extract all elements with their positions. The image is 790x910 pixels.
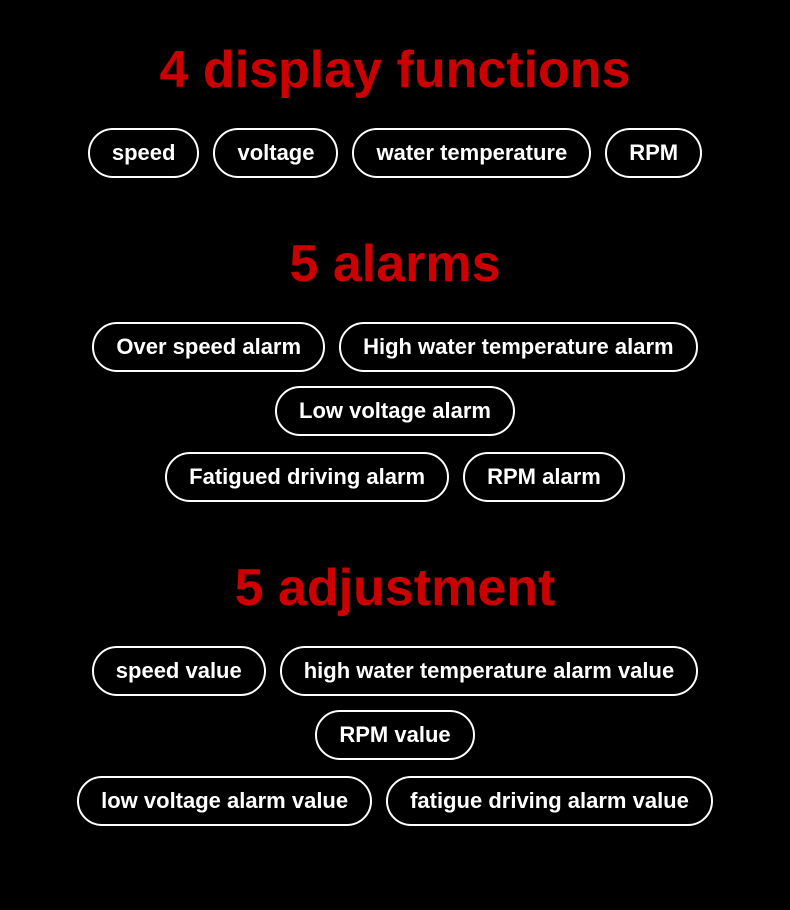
alarms-title: 5 alarms [289,234,500,294]
tag-over-speed-alarm: Over speed alarm [92,322,325,372]
alarms-tags-row2: Fatigued driving alarm RPM alarm [165,452,625,502]
display-tags-row: speed voltage water temperature RPM [88,128,702,178]
adjustment-tags-row1: speed value high water temperature alarm… [20,646,770,760]
tag-fatigued-driving-alarm: Fatigued driving alarm [165,452,449,502]
tag-rpm: RPM [605,128,702,178]
tag-fatigue-driving-alarm-value: fatigue driving alarm value [386,776,713,826]
tag-high-water-temp-alarm-value: high water temperature alarm value [280,646,698,696]
display-functions-title: 4 display functions [160,40,631,100]
tag-low-voltage-alarm: Low voltage alarm [275,386,515,436]
adjustment-title: 5 adjustment [235,558,556,618]
tag-speed-value: speed value [92,646,266,696]
tag-low-voltage-alarm-value: low voltage alarm value [77,776,372,826]
adjustment-tags-row2: low voltage alarm value fatigue driving … [77,776,713,826]
tag-high-water-temp-alarm: High water temperature alarm [339,322,698,372]
alarms-tags-row1: Over speed alarm High water temperature … [20,322,770,436]
tag-rpm-value: RPM value [315,710,474,760]
tag-speed: speed [88,128,200,178]
tag-rpm-alarm: RPM alarm [463,452,625,502]
tag-water-temperature: water temperature [352,128,591,178]
tag-voltage: voltage [213,128,338,178]
